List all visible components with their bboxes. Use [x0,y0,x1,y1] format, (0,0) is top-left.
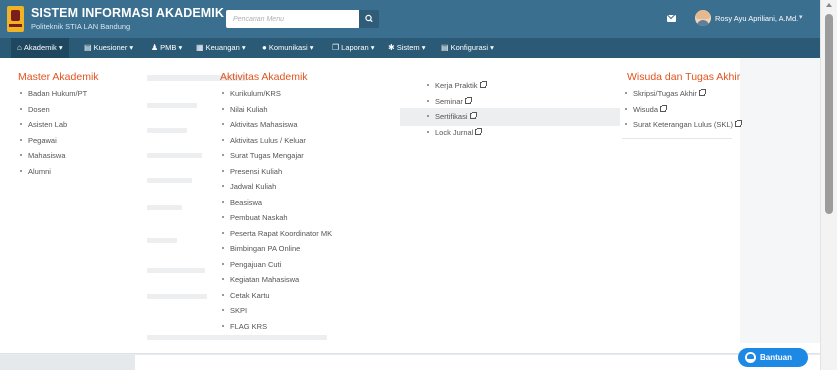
institution-logo[interactable] [7,6,24,32]
ghost-text [147,205,182,210]
external-link-icon [698,89,706,96]
nav-item-konfigurasi[interactable]: ▤ Konfigurasi ▾ [441,38,494,58]
menu-item-skpi[interactable]: SKPI [220,303,332,319]
menu-item-aktivitas-lulus[interactable]: Aktivitas Lulus / Keluar [220,133,332,149]
ghost-text [147,153,202,158]
nav-item-kuesioner[interactable]: ▤ Kuesioner ▾ [84,38,133,58]
menu-item-kurikulum[interactable]: Kurikulum/KRS [220,86,332,102]
master-akademik-title: Master Akademik [18,71,99,83]
menu-item-badan-hukum[interactable]: Badan Hukum/PT [18,86,87,102]
app-subtitle: Politeknik STIA LAN Bandung [31,22,131,31]
external-link-icon [479,81,487,88]
nav-item-laporan[interactable]: ❐ Laporan ▾ [332,38,375,58]
aktivitas-akademik-list: Kurikulum/KRS Nilai Kuliah Aktivitas Mah… [220,86,332,334]
main-navbar: ⌂ Akademik ▾ ▤ Kuesioner ▾ ♟ PMB ▾ ▦ Keuanga… [0,38,837,58]
wisuda-title: Wisuda dan Tugas Akhir [627,71,741,83]
external-link-icon [475,127,483,135]
gear-icon: ✱ [388,43,395,52]
menu-item-skripsi[interactable]: Skripsi/Tugas Akhir [623,86,741,102]
ghost-panel [740,58,820,343]
page-scrollbar[interactable] [820,0,837,370]
menu-item-alumni[interactable]: Alumni [18,164,87,180]
menu-item-peserta-rapat[interactable]: Peserta Rapat Koordinator MK [220,226,332,242]
menu-item-skl[interactable]: Surat Keterangan Lulus (SKL) [623,117,743,133]
money-icon: ▦ [196,43,204,52]
akademik-mega-menu: Master Akademik Badan Hukum/PT Dosen Asi… [0,58,820,354]
scroll-thumb[interactable] [825,14,833,214]
ghost-text [147,268,205,273]
menu-item-seminar[interactable]: Seminar [425,94,486,110]
content-footer [135,355,820,370]
menu-item-sertifikasi[interactable]: Sertifikasi [425,109,486,125]
mail-icon[interactable] [667,15,676,22]
ghost-text [147,294,207,299]
search-input[interactable] [226,10,359,28]
app-title[interactable]: SISTEM INFORMASI AKADEMIK [31,6,224,20]
menu-item-kegiatan-mahasiswa[interactable]: Kegiatan Mahasiswa [220,272,332,288]
sidebar-footer [0,355,135,370]
menu-item-pengajuan-cuti[interactable]: Pengajuan Cuti [220,257,332,273]
scroll-up-arrow-icon[interactable] [826,3,832,7]
chat-bubble-icon [745,352,756,363]
menu-item-surat-tugas[interactable]: Surat Tugas Mengajar [220,148,332,164]
menu-item-presensi-kuliah[interactable]: Presensi Kuliah [220,164,332,180]
bank-icon: ⌂ [17,43,22,52]
list-icon: ▤ [441,43,449,52]
menu-item-asisten-lab[interactable]: Asisten Lab [18,117,87,133]
external-link-icon [660,104,668,112]
menu-item-pegawai[interactable]: Pegawai [18,133,87,149]
nav-item-akademik[interactable]: ⌂ Akademik ▾ [11,38,69,58]
ghost-text [147,335,327,340]
nav-item-keuangan[interactable]: ▦ Keuangan ▾ [196,38,246,58]
menu-item-flag-krs[interactable]: FLAG KRS [220,319,332,335]
users-icon: ♟ [151,43,159,52]
external-link-icon [735,120,743,127]
ghost-text [147,103,197,108]
wisuda-list: Skripsi/Tugas Akhir Wisuda Surat Keteran… [623,86,743,133]
menu-item-beasiswa[interactable]: Beasiswa [220,195,332,211]
menu-item-lock-jurnal[interactable]: Lock Jurnal [425,125,486,141]
menu-item-pembuat-naskah[interactable]: Pembuat Naskah [220,210,332,226]
divider [622,138,732,139]
menu-item-bimbingan-pa[interactable]: Bimbingan PA Online [220,241,332,257]
ghost-text [147,128,187,133]
master-akademik-list: Badan Hukum/PT Dosen Asisten Lab Pegawai… [18,86,87,179]
help-button[interactable]: Bantuan [738,348,808,367]
copy-icon: ❐ [332,43,340,52]
user-name[interactable]: Rosy Ayu Apriliani, A.Md. [715,14,798,23]
menu-item-nilai-kuliah[interactable]: Nilai Kuliah [220,102,332,118]
menu-item-jadwal-kuliah[interactable]: Jadwal Kuliah [220,179,332,195]
menu-item-aktivitas-mahasiswa[interactable]: Aktivitas Mahasiswa [220,117,332,133]
external-link-icon [469,112,477,119]
nav-item-sistem[interactable]: ✱ Sistem ▾ [388,38,425,58]
aktivitas-akademik-title: Aktivitas Akademik [220,71,308,83]
menu-item-cetak-kartu[interactable]: Cetak Kartu [220,288,332,304]
chat-icon: ● [262,43,267,52]
ghost-text [147,178,192,183]
nav-item-pmb[interactable]: ♟ PMB ▾ [151,38,182,58]
search-icon [365,14,373,23]
menu-item-wisuda[interactable]: Wisuda [623,102,741,118]
menu-item-dosen[interactable]: Dosen [18,102,87,118]
menu-item-mahasiswa[interactable]: Mahasiswa [18,148,87,164]
other-links-list: Kerja Praktik Seminar Sertifikasi Lock J… [425,78,487,141]
external-link-icon [464,96,472,104]
avatar[interactable] [695,10,711,26]
nav-item-komunikasi[interactable]: ● Komunikasi ▾ [262,38,313,58]
search-button[interactable] [359,10,379,28]
menu-item-kerja-praktik[interactable]: Kerja Praktik [425,78,487,94]
file-icon: ▤ [84,43,92,52]
ghost-text [147,238,177,243]
chevron-down-icon[interactable]: ▾ [799,13,803,21]
top-header: SISTEM INFORMASI AKADEMIK Politeknik STI… [0,0,837,38]
